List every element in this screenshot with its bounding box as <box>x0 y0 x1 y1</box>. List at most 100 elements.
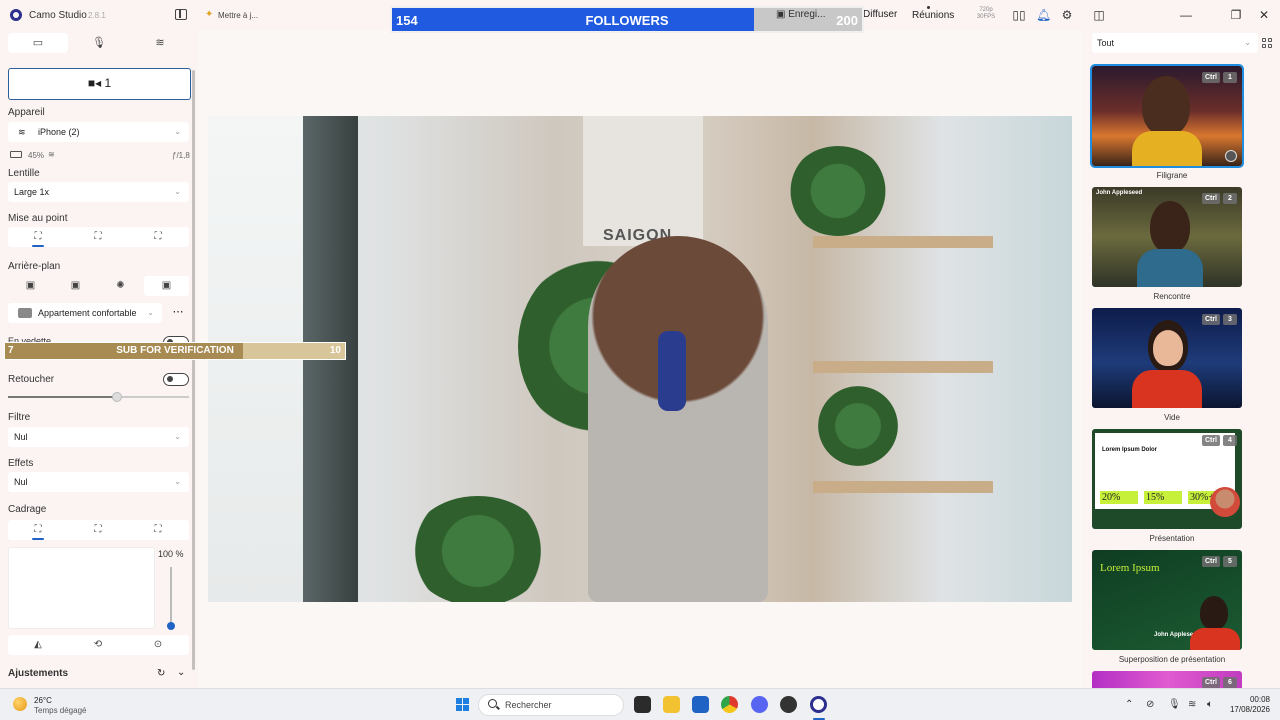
weather-description[interactable]: Temps dégagé <box>34 706 86 715</box>
framing-label: Cadrage <box>8 504 47 515</box>
lens-value: Large 1x <box>14 187 50 197</box>
background-none-icon[interactable]: ▣ <box>8 276 53 296</box>
framing-face-icon[interactable]: ⛶ <box>128 520 188 540</box>
tab-layers-icon[interactable]: ≋ <box>130 33 190 53</box>
zoom-slider[interactable] <box>167 567 175 630</box>
network-icon[interactable]: ⊘ <box>1146 699 1154 710</box>
toggle-sidebar-icon[interactable] <box>175 9 187 20</box>
background-scene-dropdown[interactable]: Appartement confortable ⌄ <box>8 303 162 323</box>
rotate-icon[interactable]: ⟲ <box>68 635 128 655</box>
minimize-icon[interactable]: — <box>1179 8 1193 22</box>
tab-microphone-icon[interactable]: 🎙︎ <box>69 33 129 53</box>
more-options-icon[interactable]: ⋯ <box>168 303 188 323</box>
filter-dropdown[interactable]: Nul ⌄ <box>8 427 189 447</box>
scene-card-rencontre[interactable]: John Appleseed Ctrl 2 <box>1092 187 1242 287</box>
framing-auto-icon[interactable]: ⛶ <box>8 520 68 540</box>
weather-temperature[interactable]: 26°C <box>34 696 52 705</box>
framing-mode-selector: ⛶ ⛶ ⛶ <box>8 520 189 540</box>
scene-label: Filigrane <box>1156 171 1188 180</box>
scene-filter-dropdown[interactable]: Tout ⌄ <box>1092 33 1258 53</box>
framing-preview[interactable] <box>8 547 155 629</box>
slide-stat: 15% <box>1144 491 1182 504</box>
focus-face-icon[interactable]: ⛶ <box>68 227 128 247</box>
scene-label: Présentation <box>1149 534 1195 543</box>
sub-target: 10 <box>329 345 341 356</box>
mirror-icon[interactable]: ◭ <box>8 635 68 655</box>
close-icon[interactable]: ✕ <box>1257 8 1271 22</box>
capture-icon[interactable]: ⊙ <box>128 635 188 655</box>
scene-card-presentation[interactable]: Lorem Ipsum Dolor 20% 15% 30%+ Ctrl 4 <box>1092 429 1242 529</box>
scene-person-body <box>1132 131 1202 166</box>
framing-center-icon[interactable]: ⛶ <box>68 520 128 540</box>
broadcast-button[interactable]: Diffuser <box>863 9 897 20</box>
restore-icon[interactable]: ❐ <box>1229 8 1243 22</box>
notifications-icon[interactable]: 🔔︎ <box>1036 8 1051 22</box>
retouch-slider-knob[interactable] <box>111 392 122 402</box>
scene-card-vide[interactable]: Ctrl 3 <box>1092 308 1242 408</box>
zoom-value: 100 % <box>158 549 184 559</box>
focus-auto-icon[interactable]: ⛶ <box>8 227 68 247</box>
app-icon[interactable] <box>780 696 797 713</box>
wifi-tray-icon[interactable]: ≋ <box>1188 699 1196 710</box>
chevron-down-icon: ⌄ <box>147 308 154 317</box>
presenter-bubble <box>1210 487 1240 517</box>
preview-person <box>588 236 768 602</box>
focus-label: Mise au point <box>8 213 68 224</box>
scene-shortcut-number: 3 <box>1223 314 1237 325</box>
camera-selector-button[interactable]: ■◂ 1 <box>8 68 191 100</box>
right-panel-icon[interactable]: ◫ <box>1092 8 1106 22</box>
lens-dropdown[interactable]: Large 1x ⌄ <box>8 182 189 202</box>
record-button[interactable]: ▣ Enregi... <box>776 9 825 20</box>
left-panel-scrollbar[interactable] <box>192 70 195 670</box>
preview-shelf <box>813 481 993 493</box>
clock-date[interactable]: 17/08/2026 <box>1222 705 1270 714</box>
retouch-toggle[interactable] <box>163 373 189 386</box>
chevron-down-icon: ⌄ <box>174 432 181 441</box>
retouch-slider[interactable] <box>8 392 189 402</box>
store-icon[interactable] <box>692 696 709 713</box>
meetings-button[interactable]: Réunions <box>912 10 954 21</box>
effects-value: Nul <box>14 477 28 487</box>
tray-overflow-icon[interactable]: ⌃ <box>1125 699 1133 710</box>
clock-time[interactable]: 00:08 <box>1228 695 1270 704</box>
zoom-slider-knob[interactable] <box>167 622 175 630</box>
effects-dropdown[interactable]: Nul ⌄ <box>8 472 189 492</box>
device-dropdown[interactable]: ≋ iPhone (2) ⌄ <box>8 122 189 142</box>
preview-microphone <box>658 331 686 411</box>
record-label: Enregi... <box>788 9 826 20</box>
update-hint[interactable]: Mettre à j... <box>218 11 258 20</box>
task-view-icon[interactable] <box>634 696 651 713</box>
camo-taskbar-icon[interactable] <box>810 696 827 713</box>
settings-gear-icon[interactable]: ⚙ <box>1060 8 1074 22</box>
background-effect-icon[interactable]: ✺ <box>98 276 143 296</box>
scene-card-presentation-overlay[interactable]: Lorem Ipsum John Appleseed Ctrl 5 <box>1092 550 1242 650</box>
scene-card-filigrane[interactable]: Ctrl 1 <box>1090 64 1244 168</box>
chevron-down-icon[interactable]: ⌄ <box>177 667 185 678</box>
volume-icon[interactable]: 🔈︎ <box>1207 699 1213 710</box>
file-explorer-icon[interactable] <box>663 696 680 713</box>
scene-card-6[interactable]: Ctrl 6 <box>1092 671 1242 688</box>
discord-icon[interactable] <box>751 696 768 713</box>
search-icon <box>488 699 497 708</box>
grid-view-icon[interactable] <box>1262 38 1272 48</box>
transform-controls: ◭ ⟲ ⊙ <box>8 635 189 655</box>
app-name: Camo Studio <box>29 10 87 21</box>
windows-start-icon[interactable] <box>456 698 470 712</box>
weather-moon-icon[interactable] <box>13 697 27 711</box>
scene-label: Vide <box>1164 413 1180 422</box>
chrome-icon[interactable] <box>721 696 738 713</box>
tab-video-icon[interactable]: ▭ <box>8 33 68 53</box>
update-icon: ✦ <box>205 9 214 20</box>
reset-icon[interactable]: ↻ <box>157 668 165 679</box>
background-blur-icon[interactable]: ▣ <box>53 276 98 296</box>
device-label: Appareil <box>8 107 45 118</box>
resolution-indicator[interactable]: 720p 30FPS <box>968 7 1004 21</box>
scene-person-face <box>1153 330 1183 366</box>
taskbar-search[interactable]: Rechercher <box>478 694 624 716</box>
layout-icon[interactable]: ▯▯ <box>1012 8 1026 22</box>
scene-shortcut-ctrl: Ctrl <box>1201 193 1220 204</box>
microphone-icon[interactable]: 🎙︎ <box>1168 699 1181 710</box>
focus-manual-icon[interactable]: ⛶ <box>128 227 188 247</box>
preview-plant <box>788 146 888 236</box>
background-replace-icon[interactable]: ▣ <box>144 276 189 296</box>
